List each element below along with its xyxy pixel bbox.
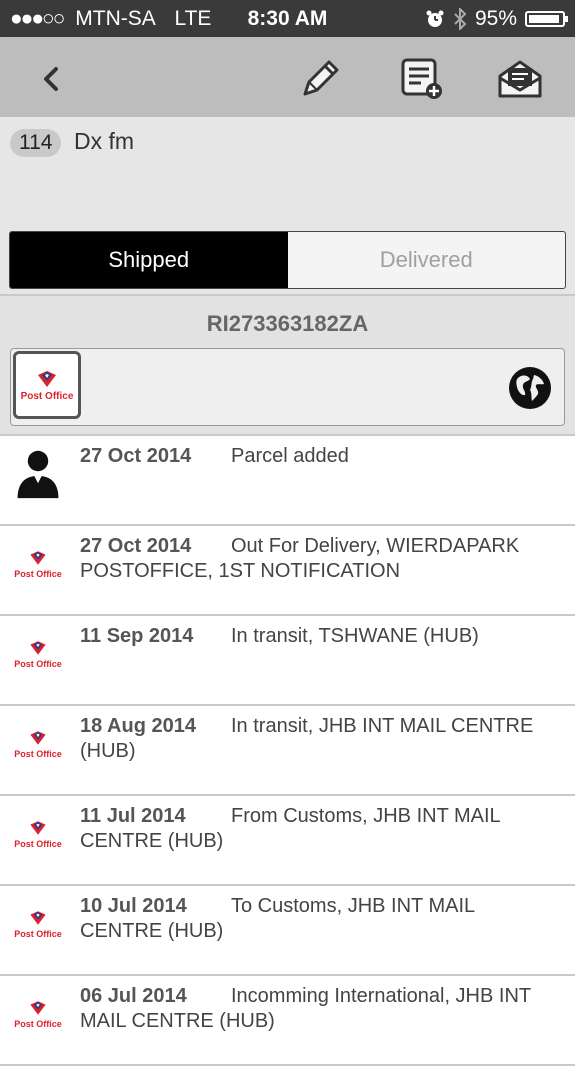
back-button[interactable] (28, 55, 76, 103)
post-office-emblem-icon (38, 370, 56, 387)
post-office-label: Post Office (14, 1019, 62, 1029)
add-note-icon (401, 58, 442, 99)
tracking-events-list: 27 Oct 2014 Parcel added Post Office 27 O… (0, 436, 575, 1066)
post-office-icon: Post Office (12, 988, 64, 1040)
post-office-label: Post Office (14, 929, 62, 939)
status-segment-control: Shipped Delivered (9, 231, 566, 289)
event-text: 27 Oct 2014 Out For Delivery, WIERDAPARK … (80, 534, 560, 584)
edit-button[interactable] (296, 55, 344, 103)
parcel-count-badge: 114 (10, 129, 62, 157)
event-text: 27 Oct 2014 Parcel added (80, 444, 560, 469)
event-date: 27 Oct 2014 (80, 445, 192, 467)
globe-icon[interactable] (508, 366, 552, 410)
post-office-label: Post Office (14, 569, 62, 579)
carrier-box: Post Office (10, 348, 565, 426)
event-date: 18 Aug 2014 (80, 715, 196, 737)
parcel-header: 114 Dx fm Shipped Delivered (0, 117, 575, 295)
status-right: 95% (425, 7, 568, 31)
tab-delivered[interactable]: Delivered (288, 232, 566, 288)
user-icon (12, 448, 64, 500)
post-office-icon: Post Office (12, 718, 64, 770)
list-item[interactable]: Post Office 27 Oct 2014 Out For Delivery,… (0, 526, 575, 616)
tracking-number: RI273363182ZA (206, 311, 369, 336)
add-note-button[interactable] (398, 55, 446, 103)
event-description: Parcel added (231, 445, 349, 467)
post-office-icon: Post Office (12, 898, 64, 950)
post-office-label: Post Office (14, 839, 62, 849)
bluetooth-icon (454, 8, 467, 30)
list-item[interactable]: Post Office 06 Jul 2014 Incomming Interna… (0, 976, 575, 1066)
edit-icon (303, 60, 339, 96)
event-date: 11 Jul 2014 (80, 805, 186, 827)
battery-percent: 95% (474, 7, 517, 30)
event-date: 10 Jul 2014 (80, 895, 187, 917)
list-item[interactable]: Post Office 10 Jul 2014 To Customs, JHB I… (0, 886, 575, 976)
tracking-section: RI273363182ZA Post Office (0, 296, 575, 434)
list-item[interactable]: Post Office 11 Jul 2014 From Customs, JHB… (0, 796, 575, 886)
event-text: 11 Sep 2014 In transit, TSHWANE (HUB) (80, 624, 560, 649)
event-text: 06 Jul 2014 Incomming International, JHB … (80, 984, 560, 1034)
alarm-icon (426, 10, 444, 27)
post-office-label: Post Office (14, 749, 62, 759)
event-date: 06 Jul 2014 (80, 985, 187, 1007)
event-date: 27 Oct 2014 (80, 535, 192, 557)
navigation-toolbar (0, 37, 575, 117)
event-description: In transit, TSHWANE (HUB) (231, 625, 479, 647)
post-office-label: Post Office (14, 659, 62, 669)
list-item[interactable]: Post Office 18 Aug 2014 In transit, JHB I… (0, 706, 575, 796)
event-date: 11 Sep 2014 (80, 625, 194, 647)
mail-button[interactable] (496, 55, 544, 103)
post-office-logo-text: Post Office (20, 390, 74, 402)
parcel-title: Dx fm (74, 128, 135, 154)
post-office-icon: Post Office (12, 628, 64, 680)
event-text: 10 Jul 2014 To Customs, JHB INT MAIL CENT… (80, 894, 560, 944)
list-item[interactable]: Post Office 11 Sep 2014 In transit, TSHWA… (0, 616, 575, 706)
list-item[interactable]: 27 Oct 2014 Parcel added (0, 436, 575, 526)
event-text: 18 Aug 2014 In transit, JHB INT MAIL CENT… (80, 714, 560, 764)
status-bar: ●●●○○ MTN-SA LTE 8:30 AM 95% (0, 0, 575, 37)
back-icon (44, 67, 58, 91)
post-office-icon: Post Office (12, 808, 64, 860)
battery-icon (525, 11, 568, 27)
post-office-logo[interactable]: Post Office (13, 351, 81, 419)
mail-icon (498, 60, 542, 98)
post-office-icon: Post Office (12, 538, 64, 590)
tab-shipped[interactable]: Shipped (10, 232, 288, 288)
event-text: 11 Jul 2014 From Customs, JHB INT MAIL CE… (80, 804, 560, 854)
